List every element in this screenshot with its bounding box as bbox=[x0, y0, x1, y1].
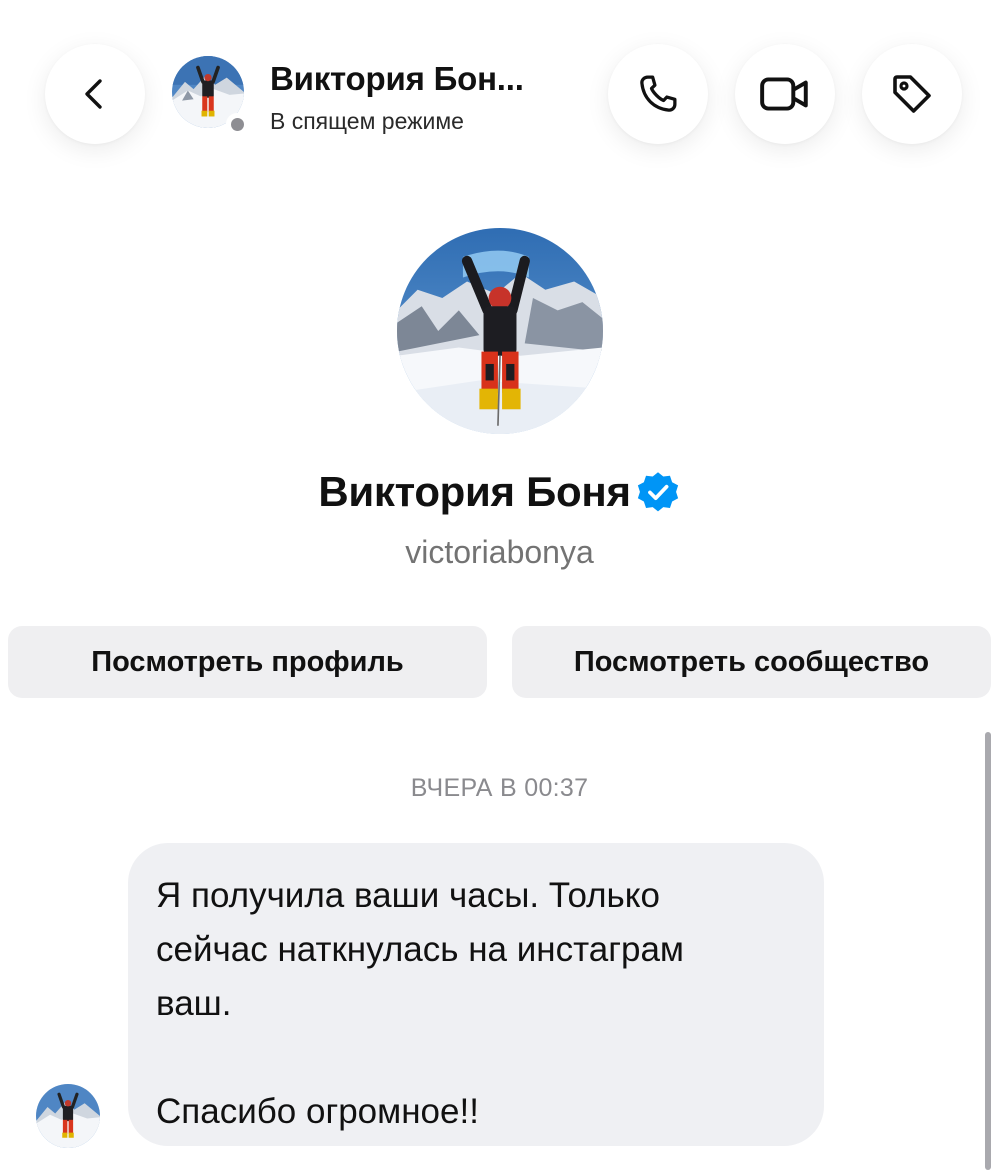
message-line: ваш. bbox=[156, 984, 232, 1023]
thread-header: Виктория Бон... В спящем режиме bbox=[0, 0, 999, 200]
video-camera-icon bbox=[760, 77, 808, 111]
verified-badge-icon bbox=[637, 472, 678, 512]
contact-name: Виктория Бон... bbox=[270, 60, 524, 97]
sleep-status-dot bbox=[226, 113, 248, 135]
message-line: Спасибо огромное!! bbox=[156, 1092, 479, 1131]
profile-name: Виктория Боня bbox=[318, 468, 631, 515]
message-line: сейчас наткнулась на инстаграм bbox=[156, 930, 684, 969]
direct-message-thread: Виктория Бон... В спящем режиме Виктория… bbox=[0, 0, 999, 1170]
contact-status: В спящем режиме bbox=[270, 108, 464, 134]
profile-username: victoriabonya bbox=[405, 534, 594, 570]
header-contact[interactable]: Виктория Бон... В спящем режиме bbox=[172, 56, 592, 136]
profile-avatar[interactable] bbox=[397, 228, 603, 434]
phone-icon bbox=[640, 75, 677, 112]
video-call-button[interactable] bbox=[735, 44, 835, 144]
message-bubble[interactable]: Я получила ваши часы. Только сейчас натк… bbox=[128, 843, 824, 1146]
message-timestamp: ВЧЕРА В 00:37 bbox=[410, 774, 589, 802]
label-button[interactable] bbox=[862, 44, 962, 144]
chevron-left-icon bbox=[85, 79, 102, 109]
sender-avatar[interactable] bbox=[36, 1084, 100, 1148]
view-profile-button[interactable]: Посмотреть профиль bbox=[8, 626, 487, 698]
profile-name-row: Виктория Боня bbox=[0, 462, 999, 522]
tag-icon bbox=[893, 75, 931, 113]
audio-call-button[interactable] bbox=[608, 44, 708, 144]
back-button[interactable] bbox=[45, 44, 145, 144]
view-community-button[interactable]: Посмотреть сообщество bbox=[512, 626, 991, 698]
profile-photo bbox=[397, 228, 603, 434]
message-line: Я получила ваши часы. Только bbox=[156, 876, 660, 915]
sender-avatar-photo bbox=[36, 1084, 100, 1148]
